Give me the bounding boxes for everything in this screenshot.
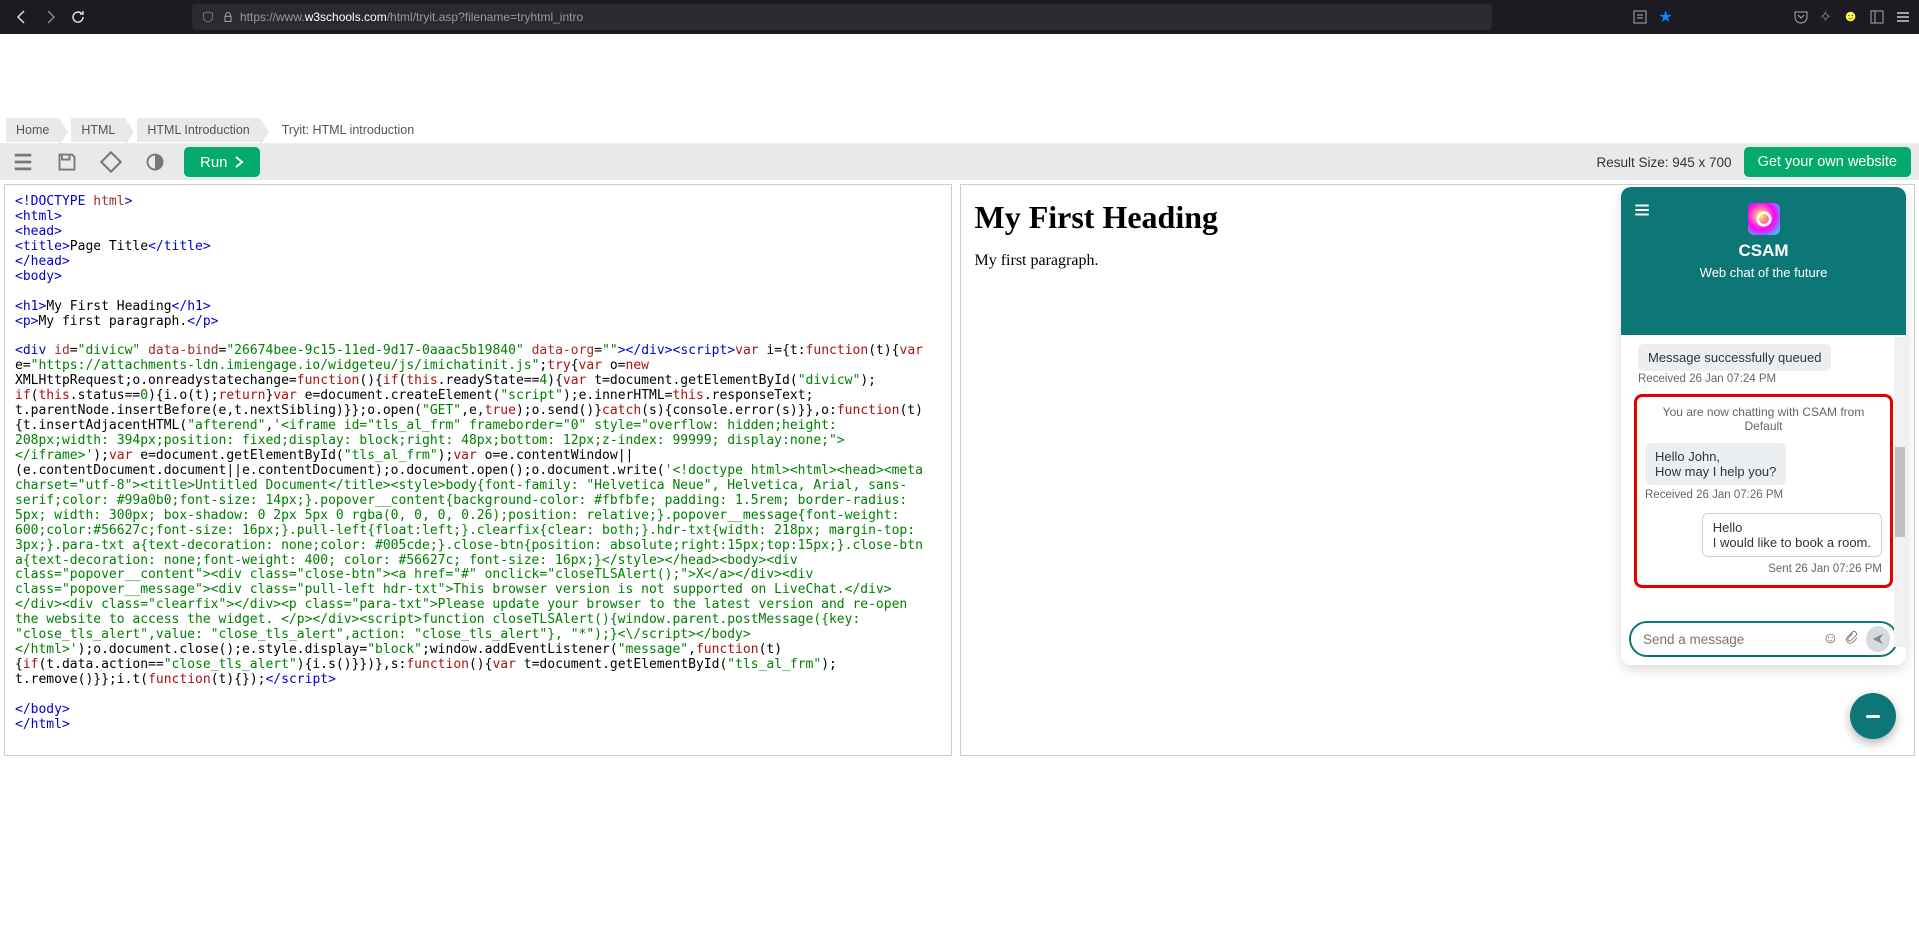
shield-icon [202, 11, 214, 23]
status-block: Message successfully queued Received 26 … [1638, 344, 1889, 385]
chat-fab[interactable] [1850, 693, 1896, 739]
user-meta: Sent 26 Jan 07:26 PM [1645, 557, 1882, 575]
bookmark-star-icon[interactable]: ★ [1658, 7, 1672, 27]
bot-meta: Received 26 Jan 07:26 PM [1645, 489, 1882, 501]
code-editor[interactable]: <!DOCTYPE html> <html> <head> <title>Pag… [4, 184, 952, 756]
sidebar-icon[interactable] [1869, 9, 1885, 25]
sparkle-icon[interactable]: ✧ [1819, 7, 1832, 27]
attach-icon[interactable] [1841, 630, 1862, 649]
crumb-home[interactable]: Home [6, 118, 59, 142]
crumb-html[interactable]: HTML [71, 118, 125, 142]
chat-info: You are now chatting with CSAM from Defa… [1645, 405, 1882, 433]
ad-space [0, 34, 1919, 116]
chat-header: CSAM Web chat of the future [1621, 187, 1906, 335]
user-message: Hello I would like to book a room. [1702, 513, 1882, 557]
emoji-icon[interactable]: ☺ [1820, 630, 1841, 648]
run-button[interactable]: Run [184, 147, 260, 177]
chat-input-row: ☺ [1629, 621, 1898, 657]
result-size: Result Size: 945 x 700 [1596, 155, 1731, 170]
rotate-icon[interactable] [96, 147, 126, 177]
reload-button[interactable] [64, 3, 92, 31]
get-website-button[interactable]: Get your own website [1744, 147, 1911, 177]
chat-menu-icon[interactable] [1633, 201, 1651, 224]
status-bubble: Message successfully queued [1638, 344, 1831, 371]
hamburger-icon[interactable] [1895, 9, 1911, 25]
pocket-icon[interactable] [1793, 9, 1809, 25]
chat-logo [1748, 203, 1780, 235]
toolbar: Run Result Size: 945 x 700 Get your own … [0, 144, 1919, 180]
chat-title: CSAM [1631, 241, 1896, 261]
chat-input[interactable] [1643, 632, 1820, 647]
chrome-actions: ★ ✧ ☻ [1632, 7, 1911, 27]
bot-message: Hello John, How may I help you? [1645, 443, 1786, 485]
crumb-intro[interactable]: HTML Introduction [137, 118, 259, 142]
menu-icon[interactable] [8, 147, 38, 177]
theme-icon[interactable] [140, 147, 170, 177]
scrollbar-thumb[interactable] [1895, 447, 1905, 537]
chat-scrollbar[interactable] [1894, 337, 1906, 647]
browser-chrome: https://www.w3schools.com/html/tryit.asp… [0, 0, 1919, 34]
chat-widget: CSAM Web chat of the future Message succ… [1621, 187, 1906, 665]
breadcrumb: Home HTML HTML Introduction Tryit: HTML … [0, 116, 1919, 144]
send-button[interactable] [1866, 626, 1891, 652]
highlighted-region: You are now chatting with CSAM from Defa… [1634, 394, 1893, 588]
face-icon[interactable]: ☻ [1842, 8, 1859, 26]
save-icon[interactable] [52, 147, 82, 177]
status-meta: Received 26 Jan 07:24 PM [1638, 373, 1889, 385]
forward-button[interactable] [36, 3, 64, 31]
chat-subtitle: Web chat of the future [1631, 265, 1896, 280]
back-button[interactable] [8, 3, 36, 31]
split-panes: <!DOCTYPE html> <html> <head> <title>Pag… [0, 180, 1919, 760]
url-text: https://www.w3schools.com/html/tryit.asp… [240, 10, 583, 24]
lock-icon [222, 10, 234, 24]
crumb-current: Tryit: HTML introduction [272, 118, 424, 142]
chat-body[interactable]: Message successfully queued Received 26 … [1621, 335, 1906, 615]
result-frame: My First Heading My first paragraph. CSA… [960, 184, 1916, 756]
url-bar[interactable]: https://www.w3schools.com/html/tryit.asp… [192, 4, 1492, 30]
reader-icon[interactable] [1632, 9, 1648, 25]
